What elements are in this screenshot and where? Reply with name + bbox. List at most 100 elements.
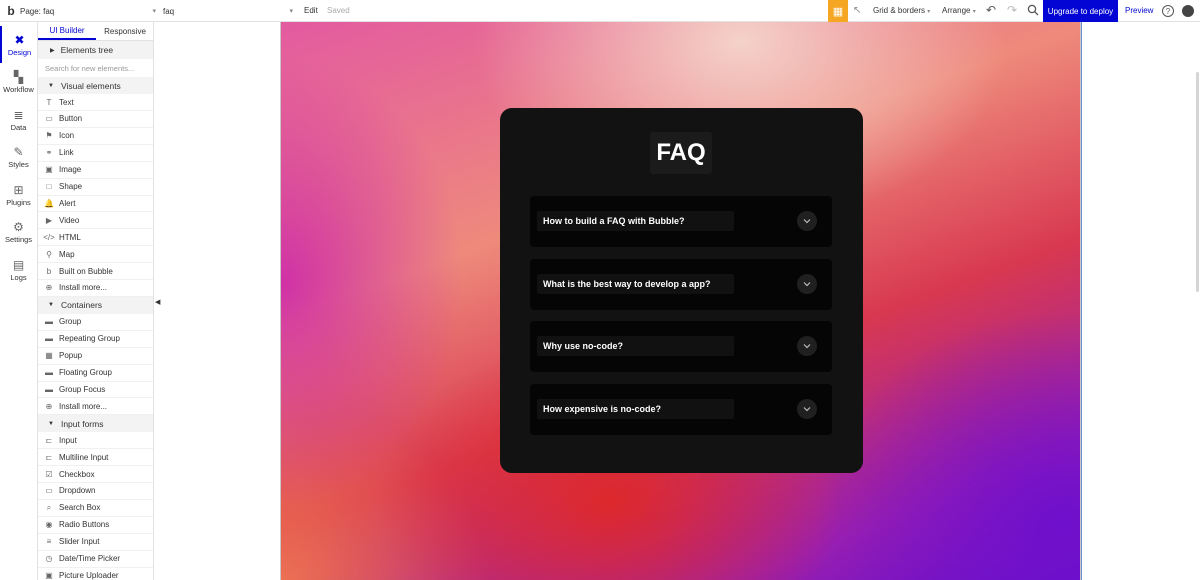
element-item-label: Repeating Group — [59, 334, 120, 344]
element-item-label: Group — [59, 317, 82, 327]
chevron-down-icon[interactable] — [797, 273, 817, 294]
element-item[interactable]: ▬ Floating Group — [38, 365, 153, 382]
chevron-down-icon: ▾ — [972, 9, 976, 15]
element-item[interactable]: b Built on Bubble — [38, 263, 153, 280]
element-item[interactable]: ▦ Popup — [38, 348, 153, 365]
element-item[interactable]: </> HTML — [38, 229, 153, 247]
faq-title-box[interactable]: FAQ — [650, 132, 712, 174]
grid-borders-button[interactable]: Grid & borders ▾ — [873, 6, 930, 15]
element-item[interactable]: ⚑ Icon — [38, 128, 153, 145]
element-item[interactable]: ◉ Radio Buttons — [38, 517, 153, 534]
gift-icon: ▦ — [832, 5, 844, 18]
rail-item-settings[interactable]: ⚙ Settings — [0, 214, 37, 251]
faq-card[interactable]: FAQ How to build a FAQ with Bubble? What … — [500, 108, 863, 473]
element-search-input[interactable]: Search for new elements... — [38, 59, 153, 78]
preview-button[interactable]: Preview — [1125, 6, 1153, 15]
element-item[interactable]: ▣ Picture Uploader — [38, 567, 153, 580]
element-item[interactable]: ⊕ Install more... — [38, 398, 153, 416]
user-avatar-icon[interactable] — [1182, 5, 1194, 17]
element-item[interactable]: □ Shape — [38, 179, 153, 196]
gift-button[interactable]: ▦ — [828, 0, 848, 22]
element-item[interactable]: ⊕ Install more... — [38, 280, 153, 297]
element-item[interactable]: ⊏ Input — [38, 432, 153, 450]
chevron-down-icon[interactable] — [797, 336, 817, 356]
element-item[interactable]: ▭ Button — [38, 111, 153, 128]
element-type-icon: ◷ — [45, 554, 53, 563]
undo-icon[interactable]: ↶ — [986, 3, 996, 17]
faq-question: How to build a FAQ with Bubble? — [537, 211, 734, 231]
element-item[interactable]: ⚭ Link — [38, 145, 153, 162]
element-item[interactable]: ⊏ Multiline Input — [38, 449, 153, 467]
page-selector-label: Page: faq — [20, 6, 55, 16]
element-item-label: Popup — [59, 351, 83, 361]
element-item[interactable]: T Text — [38, 94, 153, 111]
element-selector[interactable]: faq ▾ — [163, 0, 293, 22]
element-item-label: Icon — [59, 131, 75, 141]
help-icon[interactable]: ? — [1162, 5, 1174, 17]
upgrade-to-deploy-button[interactable]: Upgrade to deploy — [1043, 0, 1118, 22]
element-item[interactable]: ⚲ Map — [38, 246, 153, 264]
element-item[interactable]: ◷ Date/Time Picker — [38, 551, 153, 568]
section-header[interactable]: ▼ Visual elements — [38, 77, 153, 94]
element-type-icon: □ — [46, 182, 52, 191]
faq-item[interactable]: How to build a FAQ with Bubble? — [530, 196, 832, 247]
element-type-icon: ▦ — [45, 351, 53, 361]
element-item-label: Input — [59, 435, 77, 445]
rail-item-workflow[interactable]: ▚ Workflow — [0, 64, 37, 101]
element-type-icon: ▶ — [45, 215, 53, 225]
canvas-scrollbar[interactable] — [1196, 72, 1199, 292]
element-type-icon: </> — [43, 232, 55, 242]
collapse-panel-icon[interactable]: ◀ — [155, 298, 160, 306]
triangle-down-icon: ▼ — [48, 420, 54, 427]
element-item-label: Text — [59, 97, 74, 107]
element-item[interactable]: ▭ Dropdown — [38, 483, 153, 500]
element-item[interactable]: ≡ Slider Input — [38, 534, 153, 551]
element-item-label: Map — [59, 249, 75, 259]
edit-menu[interactable]: Edit — [304, 6, 318, 15]
elements-tree-toggle[interactable]: ▶ Elements tree — [38, 41, 153, 59]
tab-responsive[interactable]: Responsive — [96, 22, 153, 40]
arrange-button[interactable]: Arrange ▾ — [942, 6, 976, 15]
redo-icon[interactable]: ↷ — [1007, 3, 1017, 17]
element-item[interactable]: ☑ Checkbox — [38, 466, 153, 483]
faq-item[interactable]: What is the best way to develop a app? — [530, 258, 832, 310]
rail-item-design[interactable]: ✖ Design — [0, 26, 37, 63]
element-item[interactable]: ▬ Repeating Group — [38, 331, 153, 348]
design-icon: ✖ — [14, 32, 25, 47]
element-type-icon: ⌕ — [46, 502, 52, 512]
rail-item-plugins[interactable]: ⊞ Plugins — [0, 176, 37, 213]
search-icon[interactable] — [1027, 4, 1039, 16]
rail-item-logs[interactable]: ▤ Logs — [0, 251, 37, 288]
element-type-icon: ⚭ — [45, 148, 53, 158]
page-canvas[interactable]: FAQ How to build a FAQ with Bubble? What … — [280, 22, 1081, 580]
tab-ui-builder[interactable]: UI Builder — [38, 22, 96, 40]
cursor-icon[interactable]: ↖ — [853, 5, 861, 16]
element-item[interactable]: ▬ Group Focus — [38, 381, 153, 399]
rail-item-data[interactable]: ≣ Data — [0, 101, 37, 138]
workflow-icon: ▚ — [13, 70, 24, 84]
rail-item-label: Design — [7, 47, 32, 57]
element-item[interactable]: 🔔 Alert — [38, 195, 153, 213]
element-type-icon: ▬ — [45, 334, 53, 344]
rail-item-styles[interactable]: ✎ Styles — [0, 139, 37, 176]
data-icon: ≣ — [13, 107, 24, 122]
element-type-icon: ▬ — [45, 317, 53, 327]
section-header[interactable]: ▼ Input forms — [38, 415, 153, 433]
chevron-down-icon[interactable] — [797, 211, 817, 231]
element-item-label: Radio Buttons — [59, 520, 110, 530]
section-header[interactable]: ▼ Containers — [38, 296, 153, 314]
bubble-logo-icon[interactable]: b — [2, 0, 20, 22]
chevron-down-icon[interactable] — [797, 398, 817, 419]
page-selector[interactable]: Page: faq ▾ — [20, 0, 156, 22]
element-item-label: Floating Group — [59, 368, 112, 377]
element-item-label: Slider Input — [59, 537, 100, 547]
element-item[interactable]: ⌕ Search Box — [38, 500, 153, 517]
element-type-icon: ◉ — [45, 520, 53, 530]
element-item[interactable]: ▶ Video — [38, 212, 153, 230]
faq-item[interactable]: Why use no-code? — [530, 321, 832, 372]
element-item[interactable]: ▣ Image — [38, 162, 153, 179]
element-panel: UI Builder Responsive ▶ Elements tree Se… — [38, 22, 154, 580]
element-item[interactable]: ▬ Group — [38, 314, 153, 331]
element-item-label: Checkbox — [59, 469, 95, 479]
faq-item[interactable]: How expensive is no-code? — [530, 383, 832, 435]
